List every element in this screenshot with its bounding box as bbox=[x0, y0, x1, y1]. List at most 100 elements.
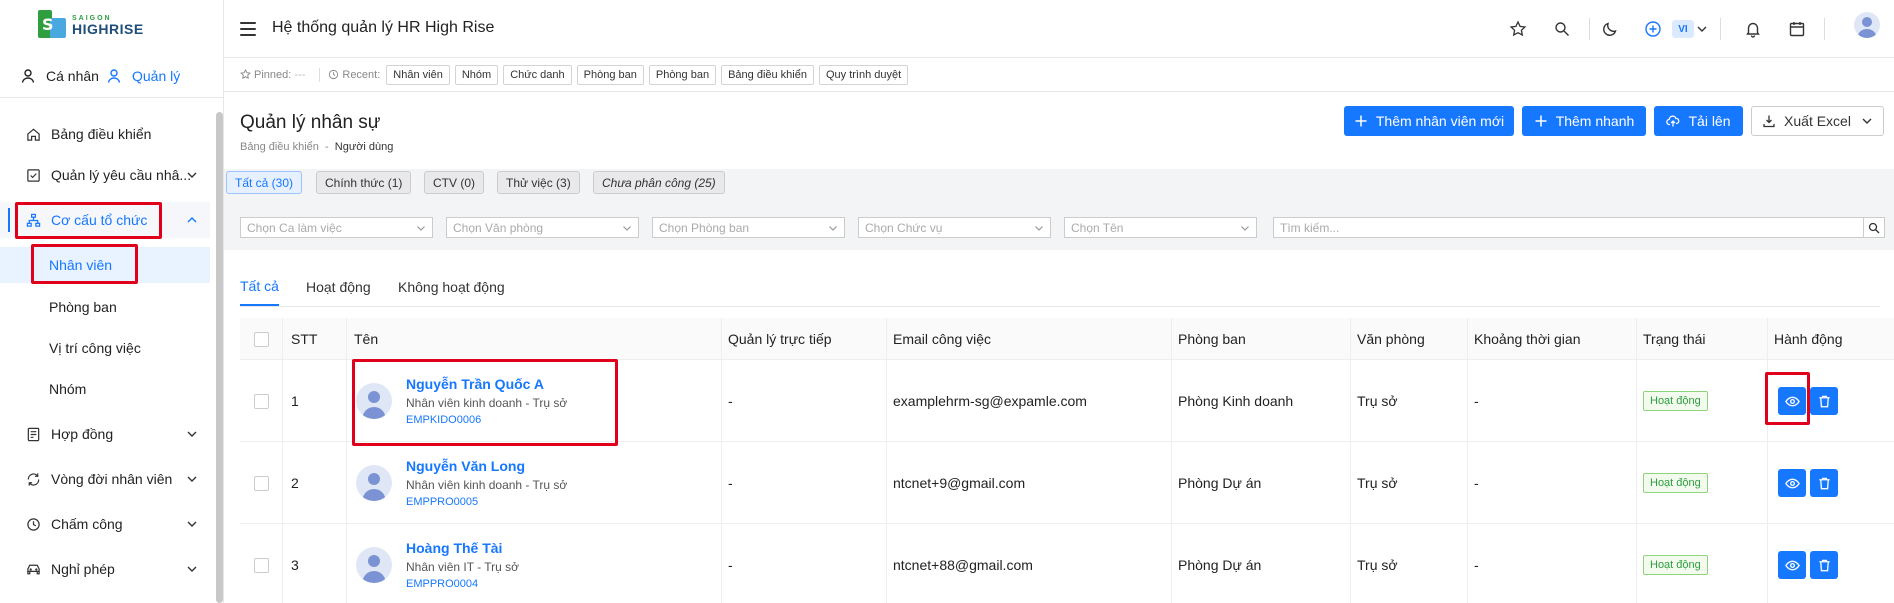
employee-cell[interactable]: Hoàng Thế Tài Nhân viên IT - Trụ sở EMPP… bbox=[356, 524, 519, 603]
search-icon[interactable] bbox=[1553, 20, 1571, 38]
user-avatar-icon bbox=[362, 473, 386, 501]
row-manager: - bbox=[728, 475, 733, 491]
employee-code[interactable]: EMPPRO0005 bbox=[406, 496, 567, 508]
status-chip-collaborator[interactable]: CTV (0) bbox=[424, 171, 484, 194]
employee-code[interactable]: EMPKIDO0006 bbox=[406, 414, 567, 426]
view-button[interactable] bbox=[1778, 387, 1806, 415]
role-tab-manage-label: Quản lý bbox=[132, 68, 181, 84]
table-row[interactable]: 3 Hoàng Thế Tài Nhân viên IT - Trụ sở EM… bbox=[240, 524, 1894, 603]
role-tab-personal-label: Cá nhân bbox=[46, 68, 99, 84]
row-checkbox[interactable] bbox=[254, 393, 269, 409]
employee-role: Nhân viên kinh doanh - Trụ sở bbox=[406, 396, 568, 410]
sidebar-subitem-departments[interactable]: Phòng ban bbox=[0, 289, 210, 325]
employee-name-link[interactable]: Nguyễn Văn Long bbox=[406, 458, 567, 474]
recent-chip[interactable]: Phòng ban bbox=[576, 64, 644, 85]
export-excel-button[interactable]: Xuất Excel bbox=[1751, 106, 1884, 136]
status-chip-unassigned[interactable]: Chưa phân công (25) bbox=[593, 171, 725, 194]
select-all-checkbox[interactable] bbox=[254, 331, 269, 347]
user-avatar[interactable] bbox=[1854, 12, 1880, 38]
hamburger-menu-icon[interactable] bbox=[240, 22, 256, 36]
employee-list-card: Tất cả Hoạt động Không hoạt động STT Tên… bbox=[224, 250, 1894, 603]
row-department: Phòng Kinh doanh bbox=[1178, 393, 1294, 409]
view-button[interactable] bbox=[1778, 551, 1806, 579]
sidebar-subitem-label: Nhân viên bbox=[49, 257, 113, 273]
search-input[interactable]: Tìm kiếm... bbox=[1273, 217, 1864, 238]
language-selector[interactable]: VI bbox=[1672, 20, 1694, 38]
shift-select[interactable]: Chọn Ca làm việc bbox=[240, 217, 433, 238]
office-select[interactable]: Chọn Văn phòng bbox=[446, 217, 639, 238]
name-select[interactable]: Chọn Tên bbox=[1064, 217, 1257, 238]
pinned-value: --- bbox=[294, 68, 306, 81]
status-badge: Hoạt động bbox=[1643, 391, 1708, 411]
delete-button[interactable] bbox=[1810, 469, 1838, 497]
position-select[interactable]: Chọn Chức vụ bbox=[858, 217, 1051, 238]
moon-icon[interactable] bbox=[1601, 20, 1619, 38]
status-chip-all[interactable]: Tất cả (30) bbox=[226, 171, 303, 194]
chevron-down-icon[interactable] bbox=[1696, 20, 1708, 38]
tab-active[interactable]: Hoạt động bbox=[306, 268, 371, 306]
row-office: Trụ sở bbox=[1357, 557, 1398, 573]
calendar-icon[interactable] bbox=[1788, 20, 1806, 38]
sidebar-item-leave[interactable]: Nghỉ phép bbox=[0, 551, 210, 587]
delete-button[interactable] bbox=[1810, 551, 1838, 579]
add-employee-button[interactable]: Thêm nhân viên mới bbox=[1344, 106, 1514, 136]
column-header-office: Văn phòng bbox=[1357, 331, 1425, 347]
recent-chip[interactable]: Chức danh bbox=[503, 64, 572, 85]
employee-code[interactable]: EMPPRO0004 bbox=[406, 578, 519, 590]
employee-cell[interactable]: Nguyễn Trần Quốc A Nhân viên kinh doanh … bbox=[356, 360, 567, 442]
row-checkbox[interactable] bbox=[254, 557, 269, 573]
sidebar-item-label: Bảng điều khiển bbox=[51, 126, 152, 142]
pinned-recent-bar: Pinned: --- Recent: Nhân viên Nhóm Chức … bbox=[224, 58, 1894, 92]
clock-icon bbox=[329, 69, 339, 80]
row-checkbox[interactable] bbox=[254, 475, 269, 491]
user-icon bbox=[107, 69, 121, 83]
sidebar-item-dashboard[interactable]: Bảng điều khiển bbox=[0, 116, 210, 152]
search-button[interactable] bbox=[1863, 217, 1885, 238]
delete-button[interactable] bbox=[1810, 387, 1838, 415]
employee-cell[interactable]: Nguyễn Văn Long Nhân viên kinh doanh - T… bbox=[356, 442, 567, 524]
star-icon bbox=[240, 69, 251, 80]
recent-chip[interactable]: Quy trình duyệt bbox=[818, 64, 909, 85]
sidebar-item-attendance[interactable]: Chấm công bbox=[0, 506, 210, 542]
role-tab-manage[interactable]: Quản lý bbox=[106, 64, 180, 88]
quick-add-button[interactable]: Thêm nhanh bbox=[1522, 106, 1646, 136]
role-tab-personal[interactable]: Cá nhân bbox=[20, 64, 99, 88]
company-logo[interactable]: S SAIGON HIGHRISE bbox=[36, 10, 144, 40]
row-stt: 2 bbox=[291, 475, 299, 491]
view-button[interactable] bbox=[1778, 469, 1806, 497]
tab-inactive[interactable]: Không hoạt động bbox=[398, 268, 505, 306]
recent-chip[interactable]: Bảng điều khiển bbox=[721, 64, 814, 85]
recent-chip[interactable]: Nhóm bbox=[454, 64, 499, 85]
eye-icon bbox=[1784, 478, 1800, 488]
recent-label: Recent: bbox=[328, 69, 380, 81]
sidebar-item-org-structure[interactable]: Cơ cấu tổ chức bbox=[0, 202, 210, 238]
employee-name-link[interactable]: Nguyễn Trần Quốc A bbox=[406, 376, 567, 392]
department-select[interactable]: Chọn Phòng ban bbox=[652, 217, 845, 238]
sidebar-item-employee-lifecycle[interactable]: Vòng đời nhân viên bbox=[0, 461, 210, 497]
sidebar-scrollbar[interactable] bbox=[216, 112, 223, 603]
trash-icon bbox=[1818, 477, 1830, 489]
sidebar-item-label: Nghỉ phép bbox=[51, 561, 115, 577]
table-row[interactable]: 1 Nguyễn Trần Quốc A Nhân viên kinh doan… bbox=[240, 360, 1894, 442]
tab-all[interactable]: Tất cả bbox=[240, 268, 279, 306]
sidebar-subitem-positions[interactable]: Vị trí công việc bbox=[0, 330, 210, 366]
sidebar-subitem-employees[interactable]: Nhân viên bbox=[0, 247, 210, 283]
sidebar-subitem-groups[interactable]: Nhóm bbox=[0, 371, 210, 407]
employee-name-link[interactable]: Hoàng Thế Tài bbox=[406, 540, 519, 556]
logo-mark-icon: S bbox=[36, 10, 68, 40]
row-period: - bbox=[1474, 557, 1479, 573]
recent-chip[interactable]: Phòng ban bbox=[648, 64, 717, 85]
upload-button[interactable]: Tải lên bbox=[1654, 106, 1743, 136]
star-icon[interactable] bbox=[1509, 20, 1527, 38]
chevron-down-icon bbox=[187, 566, 197, 572]
add-circle-icon[interactable] bbox=[1644, 20, 1662, 38]
status-chip-official[interactable]: Chính thức (1) bbox=[316, 171, 412, 194]
sidebar-item-contracts[interactable]: Hợp đồng bbox=[0, 416, 210, 452]
status-chip-probation[interactable]: Thử việc (3) bbox=[497, 171, 580, 194]
bell-icon[interactable] bbox=[1744, 20, 1762, 38]
sidebar-subitem-label: Nhóm bbox=[49, 381, 87, 397]
breadcrumb-item[interactable]: Bảng điều khiển bbox=[240, 141, 319, 153]
recent-chip[interactable]: Nhân viên bbox=[386, 64, 450, 85]
table-row[interactable]: 2 Nguyễn Văn Long Nhân viên kinh doanh -… bbox=[240, 442, 1894, 524]
sidebar-item-requests[interactable]: Quản lý yêu cầu nhâ... bbox=[0, 157, 210, 193]
